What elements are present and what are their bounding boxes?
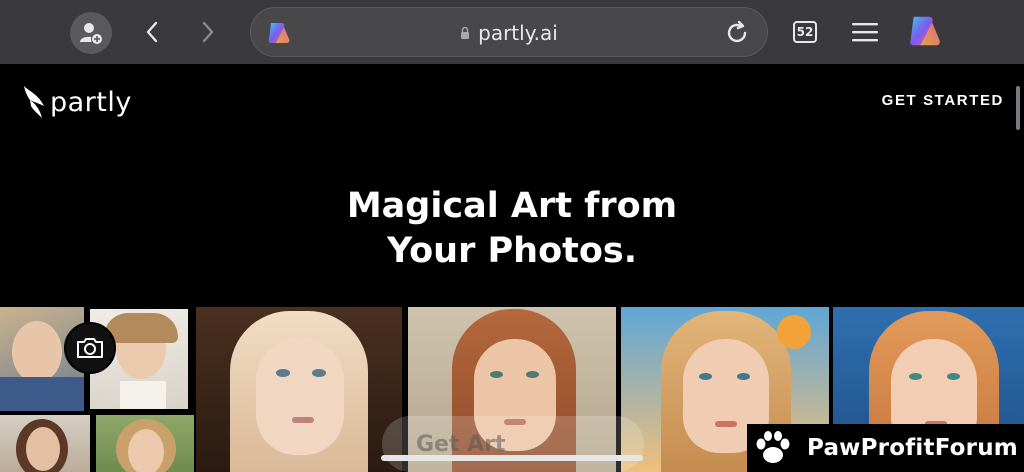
headline-line-2: Your Photos. (386, 231, 638, 271)
site-logo[interactable]: partly (22, 82, 132, 122)
back-button[interactable] (134, 14, 170, 50)
art-sample-1[interactable] (196, 307, 402, 472)
add-profile-icon (80, 23, 103, 45)
paw-icon (756, 431, 790, 463)
address-bar[interactable]: partly.ai (250, 7, 768, 57)
browser-toolbar: partly.ai 52 (0, 0, 1024, 64)
camera-icon (77, 338, 103, 358)
tabs-button[interactable]: 52 (790, 18, 820, 46)
copilot-icon (910, 16, 940, 46)
lock-icon (461, 26, 470, 39)
watermark: PawProfitForum (747, 424, 1024, 472)
headline-line-1: Magical Art from (346, 186, 678, 226)
tabs-icon: 52 (793, 21, 817, 43)
camera-button[interactable] (64, 322, 116, 374)
home-indicator (381, 455, 643, 461)
add-profile-button[interactable] (70, 12, 112, 54)
menu-button[interactable] (848, 18, 882, 46)
hamburger-menu-icon (852, 23, 878, 42)
get-art-button[interactable]: Get Art (382, 416, 644, 472)
copilot-button[interactable] (902, 10, 948, 52)
source-photo (0, 415, 90, 472)
back-chevron-icon (146, 21, 158, 43)
logo-text: partly (50, 86, 132, 118)
hero-headline: Magical Art from Your Photos. (0, 184, 1024, 274)
forward-button[interactable] (190, 14, 226, 50)
source-photo (96, 415, 194, 472)
reload-icon[interactable] (723, 19, 751, 47)
web-page: partly GET STARTED Magical Art from Your… (0, 64, 1024, 472)
url-text: partly.ai (478, 21, 558, 45)
forward-chevron-icon (202, 21, 214, 43)
get-started-link[interactable]: GET STARTED (882, 92, 1004, 109)
leaf-logo-icon (24, 86, 44, 118)
scrollbar[interactable] (1016, 86, 1020, 130)
watermark-text: PawProfitForum (807, 435, 1018, 461)
